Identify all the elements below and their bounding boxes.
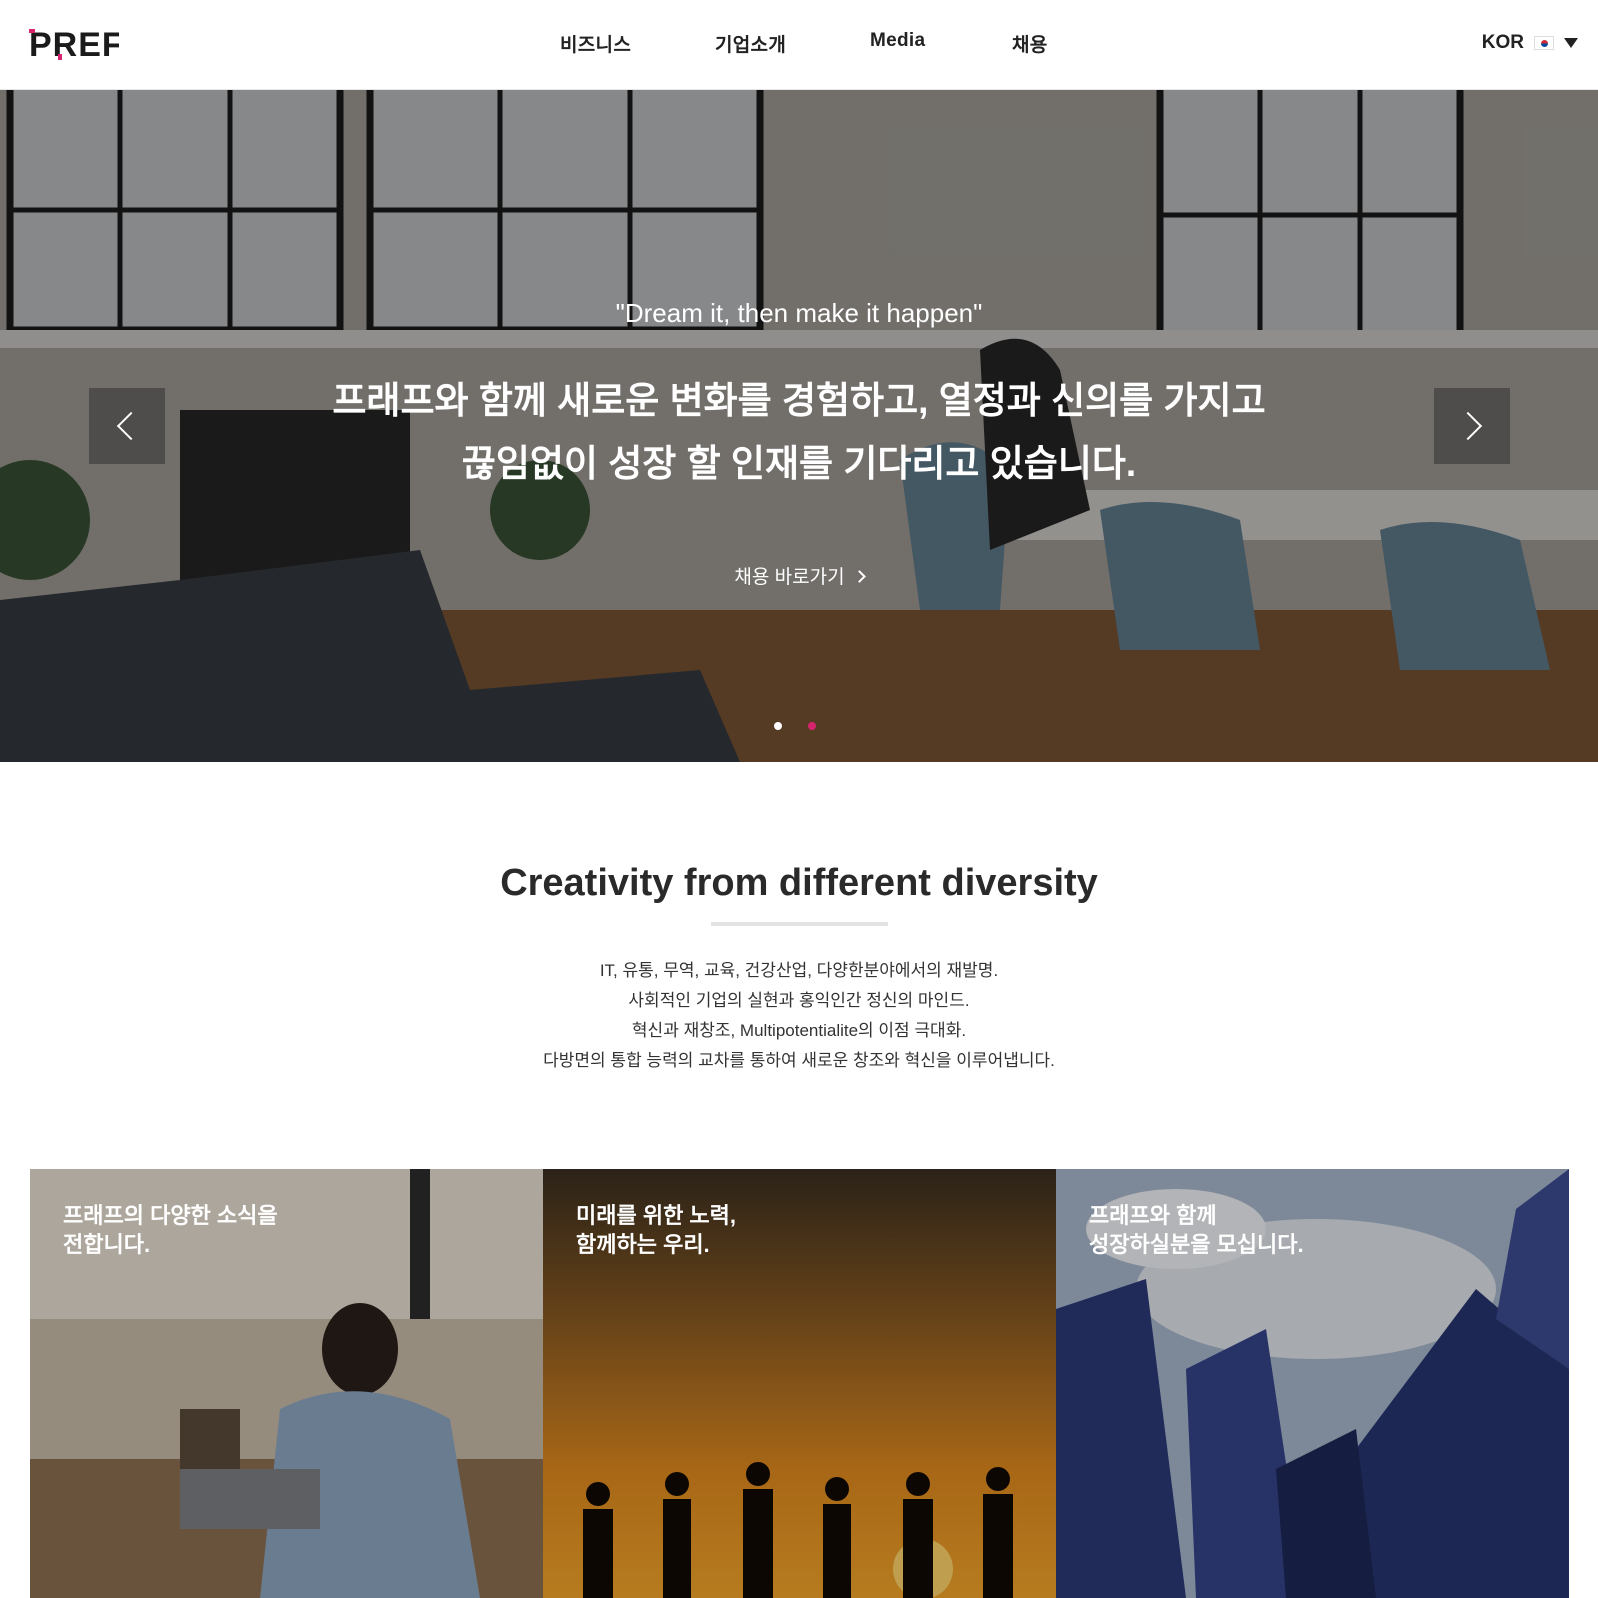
hero-headline-line2: 끊임없이 성장 할 인재를 기다리고 있습니다. bbox=[461, 443, 1137, 484]
recruit-shortcut-label: 채용 바로가기 bbox=[734, 567, 845, 588]
nav-company[interactable]: 기업소개 bbox=[715, 30, 870, 57]
pref-logo[interactable]: PREF bbox=[29, 26, 119, 62]
intro-line: 혁신과 재창조, Multipotentialite의 이점 극대화. bbox=[631, 1021, 967, 1040]
card-news[interactable]: 프래프의 다양한 소식을 전합니다. bbox=[30, 1169, 543, 1598]
korea-flag-icon bbox=[1534, 36, 1554, 50]
title-divider bbox=[711, 922, 888, 926]
caret-down-icon bbox=[1564, 38, 1578, 48]
slider-dot-2[interactable] bbox=[808, 722, 816, 730]
chevron-right-icon bbox=[1453, 411, 1483, 441]
card-recruit-title: 프래프와 함께 성장하실분을 모십니다. bbox=[1089, 1203, 1304, 1257]
nav-business[interactable]: 비즈니스 bbox=[560, 30, 715, 57]
recruit-shortcut-link[interactable]: 채용 바로가기 bbox=[0, 562, 1598, 589]
site-header: PREF 비즈니스 기업소개 Media 채용 KOR bbox=[0, 0, 1598, 90]
slider-prev-button[interactable] bbox=[89, 388, 165, 464]
nav-media[interactable]: Media bbox=[870, 30, 1012, 57]
card-recruit[interactable]: 프래프와 함께 성장하실분을 모십니다. bbox=[1056, 1169, 1569, 1598]
card-news-title: 프래프의 다양한 소식을 전합니다. bbox=[63, 1203, 278, 1257]
language-label: KOR bbox=[1481, 32, 1524, 53]
hero-quote: "Dream it, then make it happen" bbox=[615, 298, 983, 328]
chevron-left-icon bbox=[116, 411, 146, 441]
intro-description: IT, 유통, 무역, 교육, 건강산업, 다양한분야에서의 재발명. 사회적인… bbox=[0, 956, 1598, 1076]
card-effort[interactable]: 미래를 위한 노력, 함께하는 우리. bbox=[543, 1169, 1056, 1598]
intro-line: 사회적인 기업의 실현과 홍익인간 정신의 마인드. bbox=[628, 991, 970, 1010]
intro-line: 다방면의 통합 능력의 교차를 통하여 새로운 창조와 혁신을 이루어냅니다. bbox=[543, 1051, 1055, 1070]
language-selector[interactable]: KOR bbox=[1482, 32, 1578, 54]
hero-slider: "Dream it, then make it happen" 프래프와 함께 … bbox=[0, 90, 1598, 762]
slider-dot-1[interactable] bbox=[774, 722, 782, 730]
nav-recruit[interactable]: 채용 bbox=[1012, 30, 1092, 57]
svg-text:PREF: PREF bbox=[29, 26, 119, 62]
feature-cards: 프래프의 다양한 소식을 전합니다. 미래를 위한 노력, 함께하는 우리. 프… bbox=[30, 1169, 1569, 1598]
hero-overlay bbox=[0, 90, 1598, 762]
main-nav: 비즈니스 기업소개 Media 채용 bbox=[560, 30, 1092, 57]
card-effort-title: 미래를 위한 노력, 함께하는 우리. bbox=[576, 1203, 737, 1257]
section-title: Creativity from different diversity bbox=[500, 862, 1098, 904]
hero-headline-line1: 프래프와 함께 새로운 변화를 경험하고, 열정과 신의를 가지고 bbox=[332, 380, 1266, 421]
chevron-right-icon bbox=[852, 570, 866, 583]
slider-next-button[interactable] bbox=[1434, 388, 1510, 464]
intro-line: IT, 유통, 무역, 교육, 건강산업, 다양한분야에서의 재발명. bbox=[599, 961, 999, 980]
slider-pagination bbox=[774, 722, 816, 730]
